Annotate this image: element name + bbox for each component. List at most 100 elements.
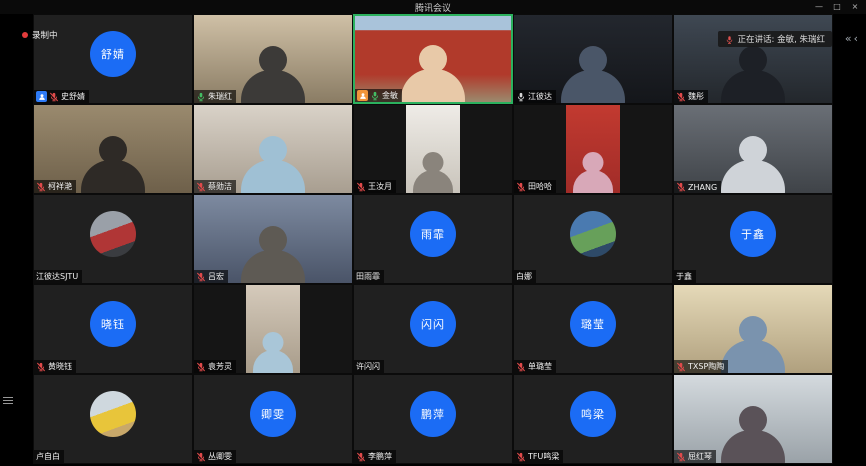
participant-tile[interactable]: 江彼达SJTU	[33, 194, 193, 284]
nameplate: 王汝月	[354, 180, 396, 193]
participant-tile[interactable]: 舒婧 史舒婧	[33, 14, 193, 104]
participant-name: 江彼达SJTU	[36, 271, 78, 282]
mic-status-icon	[676, 452, 686, 462]
participant-silhouette	[81, 160, 145, 194]
role-badge-icon	[357, 90, 368, 101]
avatar-initials: 鹏萍	[421, 406, 445, 422]
nameplate: 蔡勋洁	[194, 180, 236, 193]
nameplate: 白娜	[514, 270, 536, 283]
participant-tile[interactable]: 晓钰 黄晓钰	[33, 284, 193, 374]
nameplate: 屈红琴	[674, 450, 716, 463]
participant-silhouette	[241, 70, 305, 104]
participant-name: 朱瑞红	[208, 91, 232, 102]
nameplate: 丛卿雯	[194, 450, 236, 463]
avatar: 鹏萍	[410, 391, 456, 437]
speaking-mic-icon	[725, 35, 734, 44]
nameplate: 于鑫	[674, 270, 696, 283]
mic-status-icon	[516, 92, 526, 102]
mic-status-icon	[356, 182, 366, 192]
avatar: 于鑫	[730, 211, 776, 257]
participant-tile[interactable]: 朱瑞红	[193, 14, 353, 104]
mic-status-icon	[676, 182, 686, 192]
avatar	[90, 391, 136, 437]
participant-name: 魏彤	[688, 91, 704, 102]
nameplate: 许闪闪	[354, 360, 384, 373]
participant-name: 史舒婧	[61, 91, 85, 102]
participant-tile[interactable]: TXSP陶陶	[673, 284, 833, 374]
avatar	[90, 211, 136, 257]
window-title: 腾讯会议	[415, 1, 451, 14]
participant-tile[interactable]: 璐莹 单璐莹	[513, 284, 673, 374]
participant-tile[interactable]: 王汝月	[353, 104, 513, 194]
participant-tile[interactable]: 蔡勋洁	[193, 104, 353, 194]
participant-silhouette	[561, 70, 625, 104]
participant-tile[interactable]: 柯祥滟	[33, 104, 193, 194]
nameplate: 卢自白	[34, 450, 64, 463]
participant-tile[interactable]: 雨霏 田雨霏	[353, 194, 513, 284]
participant-tile[interactable]: 卿雯 丛卿雯	[193, 374, 353, 464]
nameplate: 史舒婧	[34, 90, 89, 103]
avatar-initials: 晓钰	[101, 316, 125, 332]
video-feed	[406, 105, 460, 193]
participant-name: 白娜	[516, 271, 532, 282]
nameplate: 李鹏萍	[354, 450, 396, 463]
participant-silhouette	[573, 170, 613, 194]
now-speaking-indicator[interactable]: 正在讲话: 金敏, 朱瑞红	[718, 31, 832, 47]
nameplate: 金敏	[355, 89, 402, 102]
close-button[interactable]: ×	[846, 0, 864, 14]
participant-silhouette	[721, 430, 785, 464]
participant-tile[interactable]: 袁芳灵	[193, 284, 353, 374]
avatar-initials: 闪闪	[421, 316, 445, 332]
participant-tile[interactable]: 吕宏	[193, 194, 353, 284]
participant-tile[interactable]: 鸣梁 TFU鸣梁	[513, 374, 673, 464]
nameplate: 江彼达SJTU	[34, 270, 82, 283]
participant-name: 田哈哈	[528, 181, 552, 192]
participant-name: 黄晓钰	[48, 361, 72, 372]
participant-tile[interactable]: 闪闪 许闪闪	[353, 284, 513, 374]
avatar-initials: 鸣梁	[581, 406, 605, 422]
video-feed	[246, 285, 300, 373]
participant-tile[interactable]: 金敏	[353, 14, 513, 104]
window-controls: — □ ×	[810, 0, 864, 14]
role-badge-icon	[36, 91, 47, 102]
participant-list-toggle[interactable]	[2, 392, 15, 408]
participant-name: 吕宏	[208, 271, 224, 282]
collapse-panel-icon[interactable]: «	[845, 31, 852, 47]
nameplate: 黄晓钰	[34, 360, 76, 373]
participant-tile[interactable]: 于鑫 于鑫	[673, 194, 833, 284]
nameplate: TXSP陶陶	[674, 360, 728, 373]
avatar: 闪闪	[410, 301, 456, 347]
recording-dot-icon	[22, 32, 28, 38]
participant-name: 屈红琴	[688, 451, 712, 462]
avatar: 鸣梁	[570, 391, 616, 437]
participant-tile[interactable]: 屈红琴	[673, 374, 833, 464]
participant-name: 田雨霏	[356, 271, 380, 282]
participant-name: 卢自白	[36, 451, 60, 462]
nameplate: 单璐莹	[514, 360, 556, 373]
participant-name: TXSP陶陶	[688, 361, 724, 372]
participant-name: 李鹏萍	[368, 451, 392, 462]
participant-name: ZHANG	[688, 183, 717, 192]
minimize-button[interactable]: —	[810, 0, 828, 14]
more-panel-icon[interactable]: ‹	[854, 31, 858, 47]
participant-name: 于鑫	[676, 271, 692, 282]
avatar-initials: 璐莹	[581, 316, 605, 332]
participant-tile[interactable]: ZHANG	[673, 104, 833, 194]
nameplate: TFU鸣梁	[514, 450, 563, 463]
mic-status-icon	[356, 452, 366, 462]
participant-tile[interactable]: 田哈哈	[513, 104, 673, 194]
nameplate: ZHANG	[674, 181, 721, 193]
participant-tile[interactable]: 白娜	[513, 194, 673, 284]
participant-silhouette	[241, 160, 305, 194]
maximize-button[interactable]: □	[828, 0, 846, 14]
avatar: 璐莹	[570, 301, 616, 347]
mic-status-icon	[516, 362, 526, 372]
participant-tile[interactable]: 魏彤	[673, 14, 833, 104]
nameplate: 柯祥滟	[34, 180, 76, 193]
participant-tile[interactable]: 卢自白	[33, 374, 193, 464]
nameplate: 袁芳灵	[194, 360, 236, 373]
participant-tile[interactable]: 鹏萍 李鹏萍	[353, 374, 513, 464]
participant-tile[interactable]: 江彼达	[513, 14, 673, 104]
mic-status-icon	[196, 452, 206, 462]
participant-silhouette	[721, 160, 785, 194]
